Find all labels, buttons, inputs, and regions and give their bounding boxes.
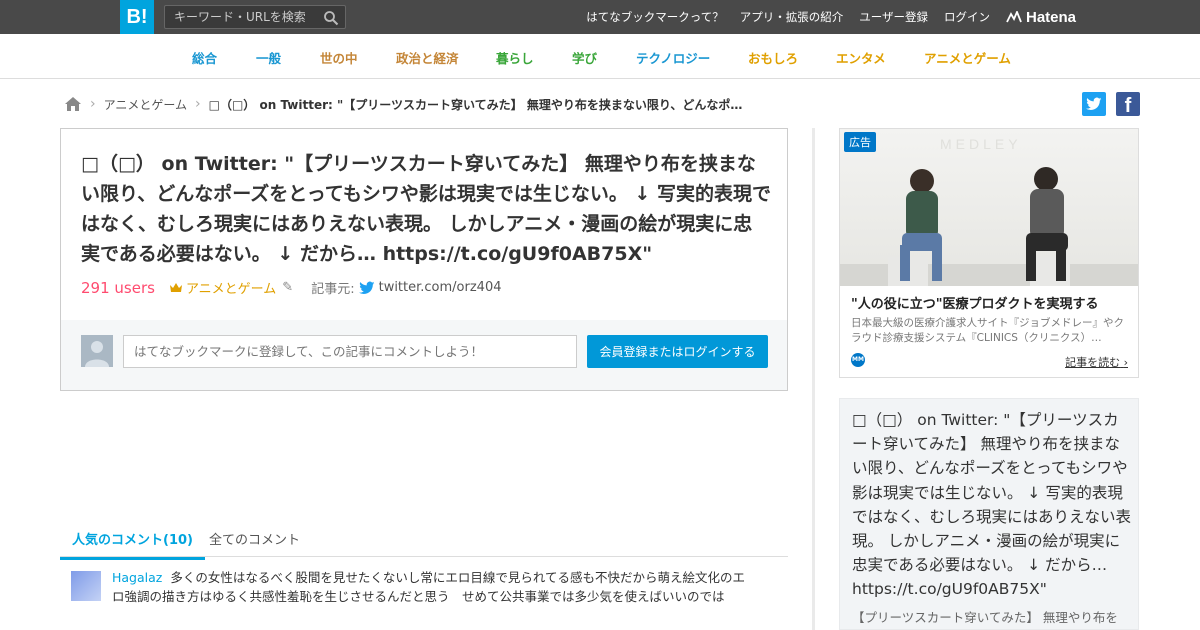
facebook-share-button[interactable]: f — [1116, 92, 1140, 117]
category-tab-entertainment[interactable]: エンタメ — [836, 48, 886, 67]
avatar[interactable] — [71, 571, 101, 601]
pencil-icon[interactable]: ✎ — [282, 280, 293, 295]
search-box[interactable] — [164, 5, 346, 29]
about-link[interactable]: はてなブックマークって？ — [586, 9, 723, 25]
source-label: 記事元: — [311, 282, 355, 297]
search-icon[interactable] — [323, 10, 339, 26]
category-tab-economics[interactable]: 政治と経済 — [396, 48, 459, 67]
tab-popular-comments[interactable]: 人気のコメント(10) — [60, 529, 205, 560]
ad-badge: 広告 — [844, 132, 876, 152]
ad-read-more-link[interactable]: 記事を読む › — [1065, 354, 1128, 370]
svg-text:MEDLEY: MEDLEY — [940, 136, 1022, 152]
apps-link[interactable]: アプリ・拡張の紹介 — [740, 9, 844, 25]
chevron-right-icon: › — [1123, 356, 1128, 369]
register-link[interactable]: ユーザー登録 — [859, 9, 928, 25]
comment-form: 会員登録またはログインする — [61, 320, 787, 390]
summary-snippet: 【プリーツスカート穿いてみた】 無理やり布を — [852, 610, 1118, 625]
category-tab-it[interactable]: テクノロジー — [636, 48, 710, 67]
category-tab-life[interactable]: 暮らし — [496, 48, 534, 67]
home-icon[interactable] — [64, 96, 82, 112]
ad-title[interactable]: "人の役に立つ"医療プロダクトを実現する — [851, 293, 1099, 312]
hatena-bookmark-logo[interactable]: B! — [120, 0, 154, 34]
entry-meta: 291 users アニメとゲーム ✎ 記事元: twitter.com/orz… — [81, 278, 502, 298]
breadcrumb-current: □（□） on Twitter: "【プリーツスカート穿いてみた】 無理やり布を… — [208, 97, 749, 112]
category-tab-knowledge[interactable]: 学び — [572, 48, 597, 67]
chevron-right-icon: › — [195, 96, 201, 112]
ad-read-more-label: 記事を読む — [1065, 356, 1121, 369]
global-header: B! はてなブックマークって？ アプリ・拡張の紹介 ユーザー登録 ログイン Ha… — [0, 0, 1200, 34]
category-tab-general[interactable]: 一般 — [256, 48, 281, 67]
facebook-icon: f — [1124, 95, 1132, 117]
twitter-icon — [1086, 97, 1102, 110]
search-input[interactable] — [165, 6, 315, 28]
entry-summary-box: □（□） on Twitter: "【プリーツスカート穿いてみた】 無理やり布を… — [839, 398, 1139, 630]
category-tab-game[interactable]: アニメとゲーム — [924, 48, 1011, 67]
twitter-bird-icon — [358, 281, 375, 294]
ad-image[interactable]: MEDLEY 広告 — [840, 129, 1138, 286]
ad-unit[interactable]: MEDLEY 広告 "人の役に立つ"医療プロダクトを実現する 日本最大級の医療介… — [839, 128, 1139, 378]
register-login-button[interactable]: 会員登録またはログインする — [587, 335, 768, 368]
ad-description: 日本最大級の医療介護求人サイト『ジョブメドレー』やクラウド診療支援システム『CL… — [851, 317, 1124, 344]
crown-icon — [169, 283, 182, 292]
source-domain[interactable]: twitter.com/orz404 — [379, 280, 502, 295]
hatena-mark-icon — [1006, 11, 1022, 23]
category-tab-fun[interactable]: おもしろ — [748, 48, 798, 67]
category-tab-general-all[interactable]: 総合 — [192, 48, 217, 67]
comment-username[interactable]: Hagalaz — [112, 570, 162, 585]
user-silhouette-icon — [85, 341, 109, 367]
comment-input[interactable] — [123, 335, 577, 368]
tab-all-comments[interactable]: 全てのコメント — [209, 529, 300, 548]
category-nav: 総合 一般 世の中 政治と経済 暮らし 学び テクノロジー おもしろ エンタメ … — [0, 34, 1200, 79]
hatena-logo[interactable]: Hatena — [1006, 0, 1076, 34]
twitter-share-button[interactable] — [1082, 92, 1106, 116]
breadcrumb: › アニメとゲーム › □（□） on Twitter: "【プリーツスカート穿… — [64, 94, 749, 114]
entry-box: □（□） on Twitter: "【プリーツスカート穿いてみた】 無理やり布を… — [60, 128, 788, 391]
hatena-brand: Hatena — [1026, 8, 1077, 26]
ad-photo-illustration: MEDLEY — [840, 136, 1138, 286]
login-link[interactable]: ログイン — [944, 9, 990, 25]
breadcrumb-category[interactable]: アニメとゲーム — [104, 96, 187, 113]
comment-body: Hagalaz 多くの女性はなるべく股間を見せたくないし常にエロ目線で見られてる感… — [112, 568, 754, 606]
comment-tabs: 人気のコメント(10) 全てのコメント — [60, 522, 788, 560]
column-divider — [812, 128, 815, 630]
entry-title[interactable]: □（□） on Twitter: "【プリーツスカート穿いてみた】 無理やり布を… — [81, 149, 771, 269]
comment-text: 多くの女性はなるべく股間を見せたくないし常にエロ目線で見られてる感も不快だから萌… — [112, 570, 745, 604]
entry-category[interactable]: アニメとゲーム — [186, 278, 276, 297]
summary-title[interactable]: □（□） on Twitter: "【プリーツスカート穿いてみた】 無理やり布を… — [852, 408, 1132, 602]
chevron-right-icon: › — [90, 96, 96, 112]
avatar — [81, 335, 113, 367]
category-tab-social[interactable]: 世の中 — [320, 48, 358, 67]
advertiser-logo: MM — [851, 353, 865, 367]
bookmark-user-count[interactable]: 291 users — [81, 279, 155, 297]
header-links: はてなブックマークって？ アプリ・拡張の紹介 ユーザー登録 ログイン — [586, 0, 990, 34]
